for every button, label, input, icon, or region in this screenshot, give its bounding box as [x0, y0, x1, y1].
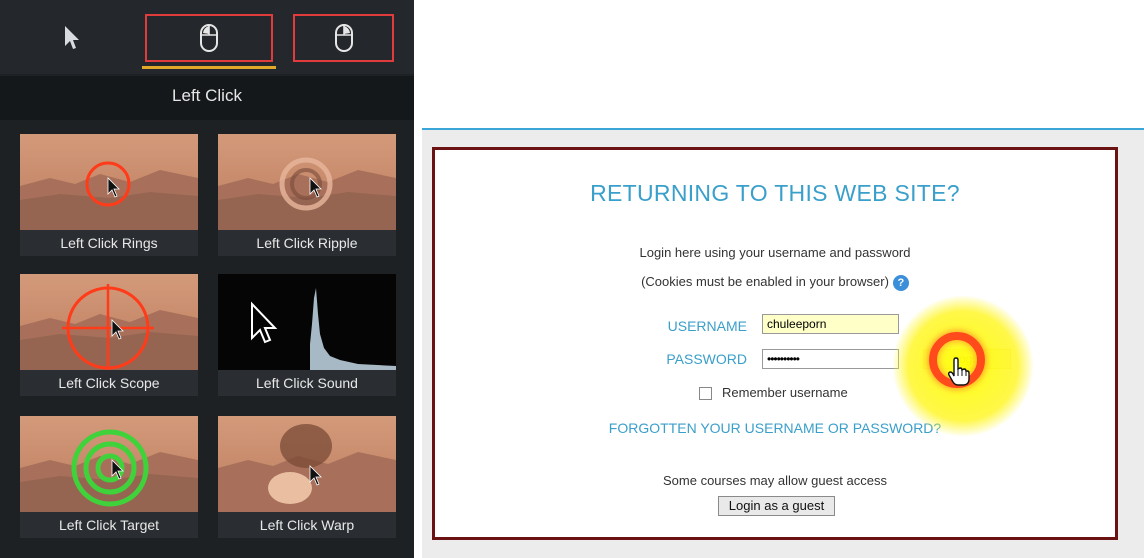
effect-tabbar	[0, 0, 414, 74]
effect-thumbnail	[20, 274, 198, 370]
username-label: USERNAME	[667, 318, 747, 334]
guest-access-note: Some courses may allow guest access	[663, 473, 887, 488]
hand-cursor-icon	[947, 357, 970, 386]
panel-title: Left Click	[0, 76, 414, 120]
effect-tile-left-click-scope[interactable]: Left Click Scope	[20, 274, 198, 396]
login-as-guest-button[interactable]: Login as a guest	[718, 496, 835, 516]
effect-thumbnail	[20, 134, 198, 230]
username-field[interactable]	[762, 314, 899, 334]
login-instructions: Login here using your username and passw…	[639, 245, 911, 260]
effect-thumbnail	[218, 274, 396, 370]
effect-label: Left Click Rings	[20, 230, 198, 256]
mouse-icon	[200, 24, 218, 52]
effect-label: Left Click Target	[20, 512, 198, 538]
password-field[interactable]: ••••••••••	[762, 349, 899, 369]
effect-tile-left-click-target[interactable]: Left Click Target	[20, 416, 198, 538]
effect-thumbnail	[218, 134, 396, 230]
effect-tile-left-click-warp[interactable]: Left Click Warp	[218, 416, 396, 538]
login-heading: RETURNING TO THIS WEB SITE?	[590, 180, 960, 206]
effect-tile-left-click-ripple[interactable]: Left Click Ripple	[218, 134, 396, 256]
remember-username-label: Remember username	[722, 385, 848, 400]
forgot-password-link[interactable]: FORGOTTEN YOUR USERNAME OR PASSWORD?	[435, 420, 1115, 436]
tab-left-click[interactable]	[145, 14, 273, 62]
click-effects-panel: Left Click Left Click Rings Left Click R…	[0, 0, 414, 558]
effect-label: Left Click Sound	[218, 370, 396, 396]
cookies-note-row: (Cookies must be enabled in your browser…	[435, 274, 1115, 291]
login-form: RETURNING TO THIS WEB SITE? Login here u…	[432, 147, 1118, 540]
remember-username-checkbox[interactable]	[699, 387, 712, 400]
effect-thumbnail	[20, 416, 198, 512]
tab-pointer[interactable]	[40, 14, 104, 62]
effect-label: Left Click Ripple	[218, 230, 396, 256]
question-help-icon[interactable]: ?	[892, 274, 909, 291]
effect-tile-left-click-sound[interactable]: Left Click Sound	[218, 274, 396, 396]
effect-thumbnail	[218, 416, 396, 512]
cookies-note: (Cookies must be enabled in your browser…	[641, 274, 889, 289]
selected-tab-underline	[142, 66, 276, 69]
effect-tile-left-click-rings[interactable]: Left Click Rings	[20, 134, 198, 256]
effect-label: Left Click Scope	[20, 370, 198, 396]
tab-right-click[interactable]	[293, 14, 394, 62]
pointer-arrow-icon	[65, 26, 79, 49]
password-label: PASSWORD	[666, 351, 747, 367]
effect-label: Left Click Warp	[218, 512, 396, 538]
mouse-icon	[334, 24, 353, 52]
